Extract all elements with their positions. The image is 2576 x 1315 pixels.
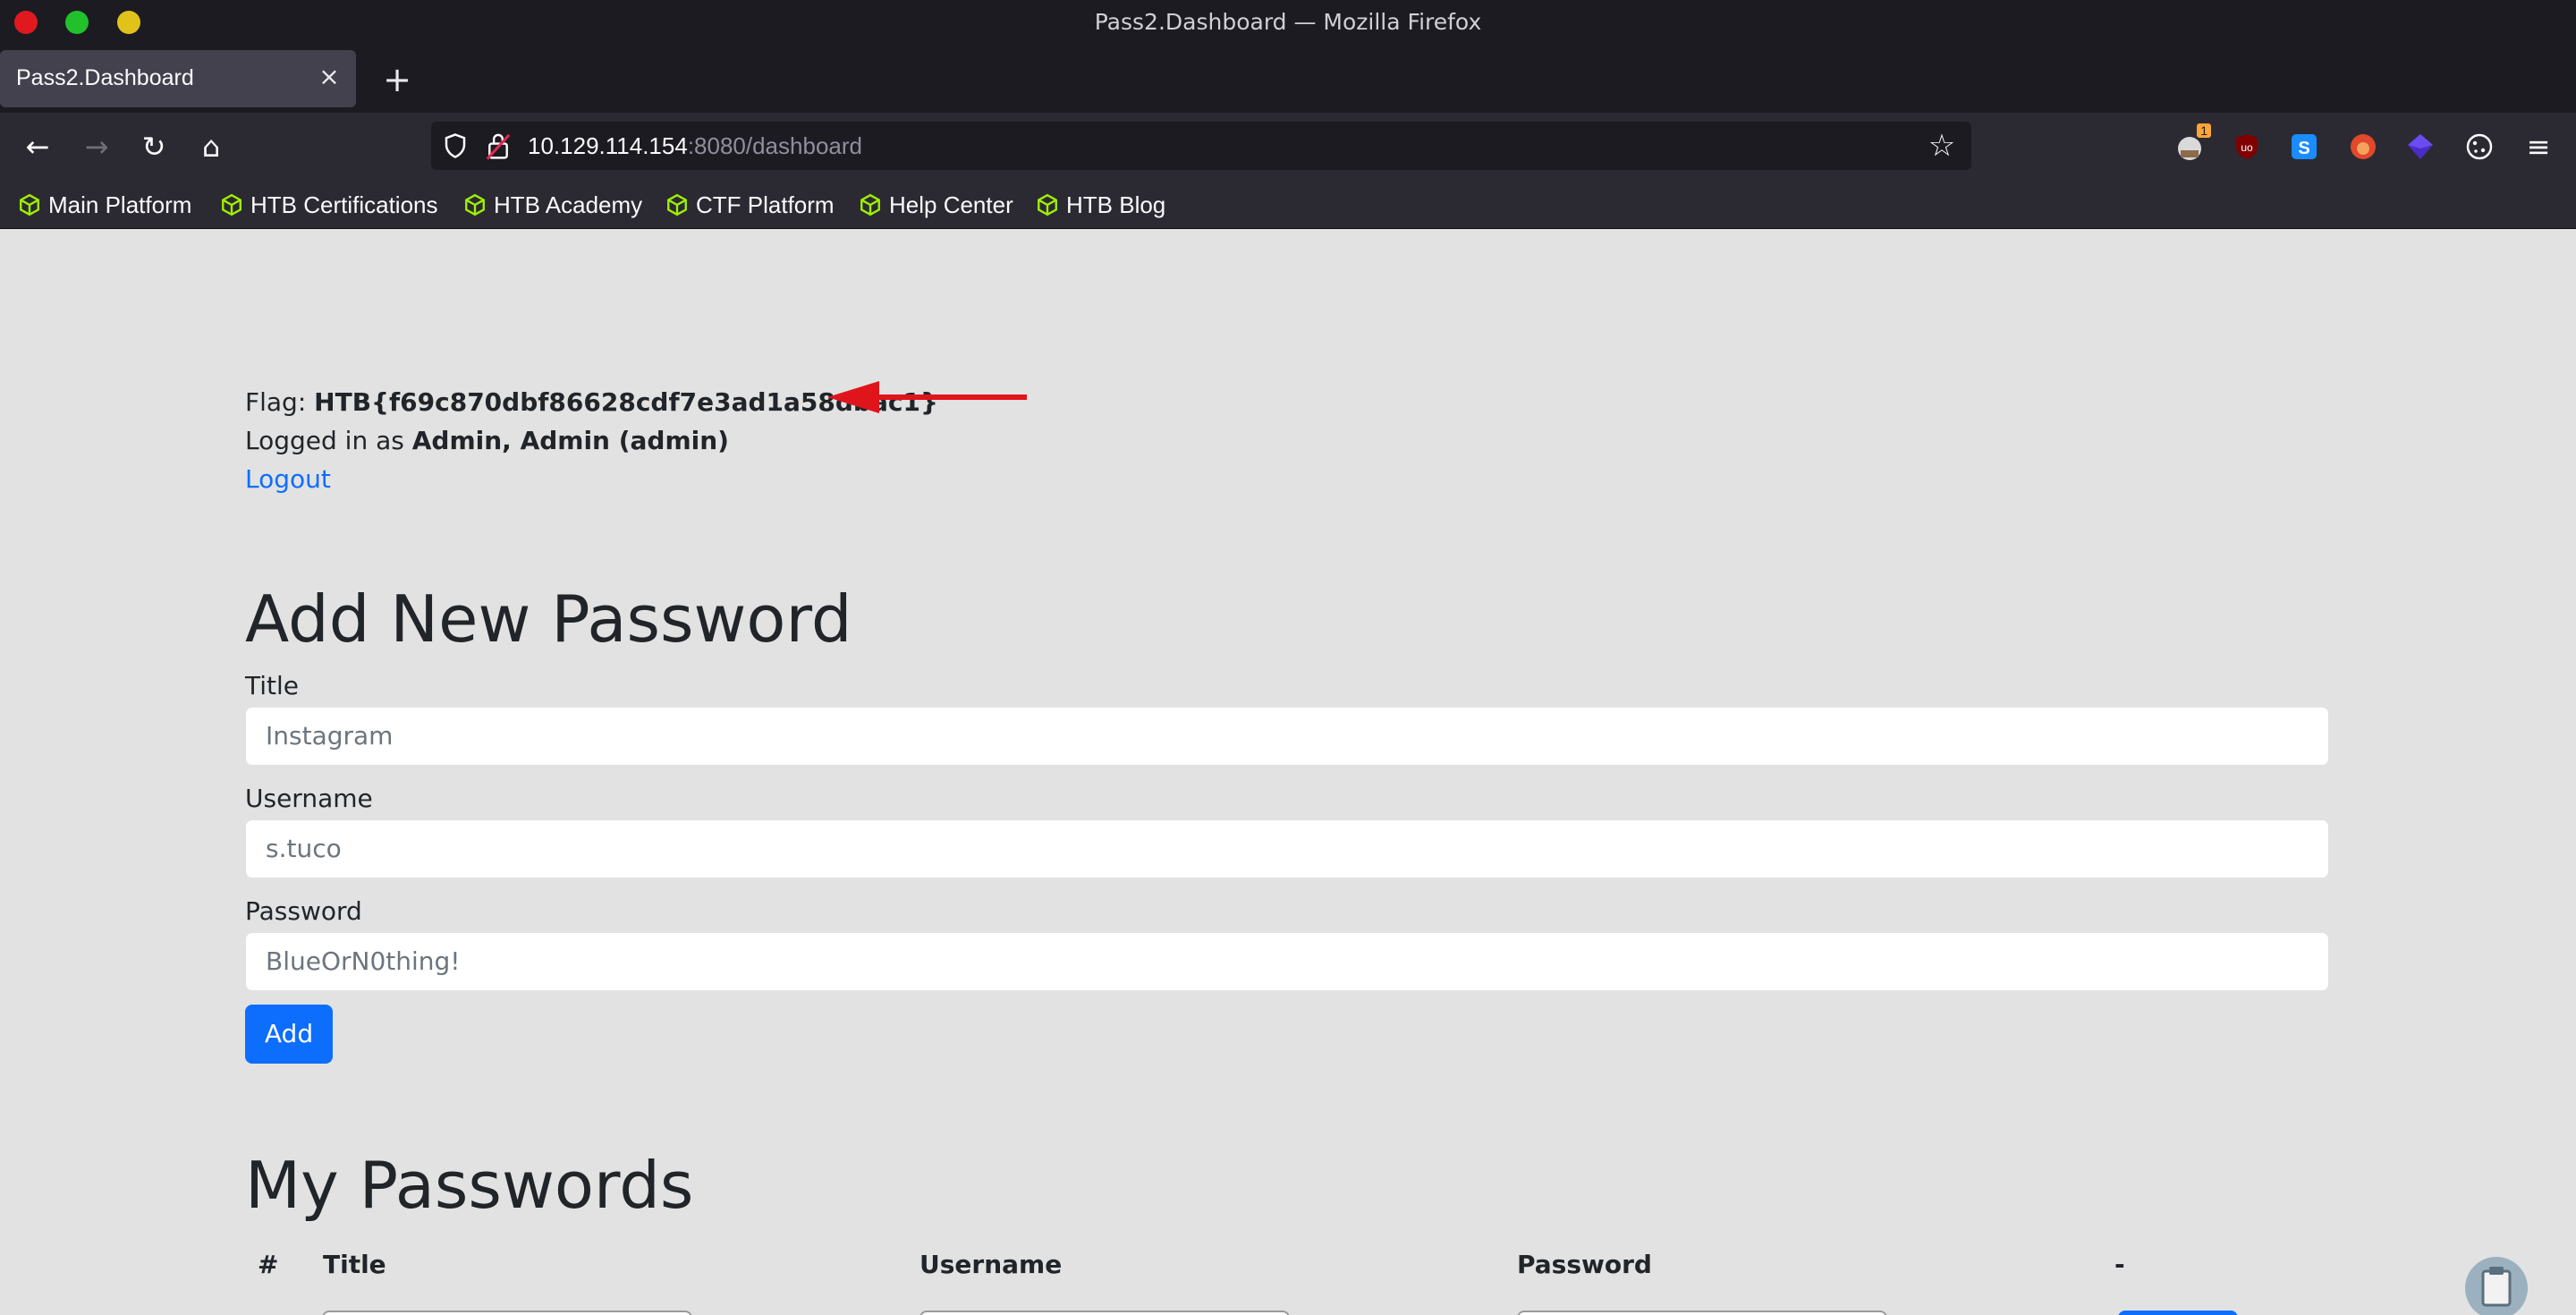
foxy-proxy-icon[interactable] [2345, 129, 2381, 165]
password-label: Password [245, 896, 362, 926]
bookmark-htb-certifications[interactable]: HTB Certifications [220, 188, 438, 222]
tab-strip: Pass2.Dashboard × + [0, 45, 2576, 113]
extension-icon-notify[interactable]: 1 [2172, 123, 2211, 165]
s-extension-icon[interactable]: S [2286, 129, 2322, 165]
url-host: 10.129.114.154 [528, 132, 688, 159]
htb-cube-icon [667, 193, 687, 216]
bookmark-label: CTF Platform [696, 191, 835, 218]
bookmark-label: HTB Academy [494, 191, 643, 218]
add-password-heading: Add New Password [245, 581, 852, 657]
htb-cube-icon [20, 193, 39, 216]
bookmark-label: Help Center [889, 191, 1013, 218]
tab-close-icon[interactable]: × [315, 63, 343, 91]
bookmark-htb-academy[interactable]: HTB Academy [463, 188, 642, 222]
table-header-actions: - [2114, 1250, 2125, 1279]
row-action-button[interactable] [2118, 1311, 2238, 1315]
logout-link[interactable]: Logout [245, 464, 331, 494]
htb-cube-icon [1038, 193, 1057, 216]
reload-icon[interactable]: ↻ [136, 129, 172, 165]
row-title-input[interactable] [322, 1311, 692, 1315]
username-input[interactable]: s.tuco [245, 819, 2329, 878]
nav-toolbar: ← → ↻ ⌂ 10.129.114.154:8080/dashboard ☆ … [0, 113, 2576, 181]
insecure-lock-icon[interactable] [485, 131, 512, 161]
home-icon[interactable]: ⌂ [193, 129, 229, 165]
row-password-input[interactable] [1517, 1311, 1887, 1315]
password-input[interactable]: BlueOrN0thing! [245, 932, 2329, 991]
title-label: Title [245, 671, 300, 700]
back-icon[interactable]: ← [20, 129, 55, 165]
bookmark-label: HTB Certifications [250, 191, 438, 218]
logged-prefix: Logged in as [245, 426, 412, 455]
row-username-input[interactable] [919, 1311, 1290, 1315]
clipboard-icon[interactable] [2465, 1257, 2528, 1315]
bookmark-label: HTB Blog [1066, 191, 1166, 218]
annotation-arrow [827, 381, 1027, 413]
bookmark-ctf-platform[interactable]: CTF Platform [665, 188, 835, 222]
url-path: :8080/dashboard [687, 132, 862, 159]
table-header-title: Title [323, 1250, 386, 1279]
bookmark-main-platform[interactable]: Main Platform [18, 188, 191, 222]
tab-title: Pass2.Dashboard [16, 65, 194, 90]
add-button[interactable]: Add [245, 1005, 333, 1064]
logged-user: Admin, Admin (admin) [411, 426, 729, 455]
htb-cube-icon [465, 193, 485, 216]
wappalyzer-icon[interactable] [2402, 129, 2438, 165]
title-input[interactable]: Instagram [245, 707, 2329, 766]
app-menu-icon[interactable]: ≡ [2521, 129, 2556, 165]
htb-cube-icon [860, 193, 880, 216]
window-title: Pass2.Dashboard — Mozilla Firefox [1094, 9, 1482, 35]
bookmark-help-center[interactable]: Help Center [859, 188, 1013, 222]
page-content: Flag: HTB{f69c870dbf86628cdf7e3ad1a58dba… [0, 230, 2576, 1315]
ublock-icon[interactable]: uo [2229, 129, 2265, 165]
logged-in-line: Logged in as Admin, Admin (admin) [245, 426, 729, 455]
table-header-password: Password [1517, 1250, 1652, 1279]
cookie-editor-icon[interactable] [2462, 129, 2497, 165]
svg-text:S: S [2298, 139, 2309, 158]
tab-dashboard[interactable]: Pass2.Dashboard × [0, 50, 356, 107]
svg-text:uo: uo [2241, 141, 2253, 154]
url-text[interactable]: 10.129.114.154:8080/dashboard [528, 132, 862, 160]
bookmark-label: Main Platform [48, 191, 192, 218]
username-label: Username [245, 784, 373, 813]
bookmark-htb-blog[interactable]: HTB Blog [1036, 188, 1165, 222]
tracking-shield-icon[interactable] [442, 132, 469, 159]
flag-prefix: Flag: [245, 387, 315, 417]
bookmarks-bar: Main Platform HTB Certifications HTB Aca… [0, 181, 2576, 229]
my-passwords-heading: My Passwords [245, 1148, 694, 1223]
table-header-username: Username [919, 1250, 1063, 1279]
extension-badge: 1 [2197, 123, 2211, 138]
htb-cube-icon [222, 193, 242, 216]
table-header-number: # [258, 1250, 279, 1279]
bookmark-star-icon[interactable]: ☆ [1925, 129, 1959, 163]
url-bar[interactable]: 10.129.114.154:8080/dashboard ☆ [431, 122, 1971, 170]
window-titlebar: Pass2.Dashboard — Mozilla Firefox [0, 0, 2576, 45]
forward-icon[interactable]: → [79, 129, 114, 165]
new-tab-button[interactable]: + [379, 62, 415, 98]
